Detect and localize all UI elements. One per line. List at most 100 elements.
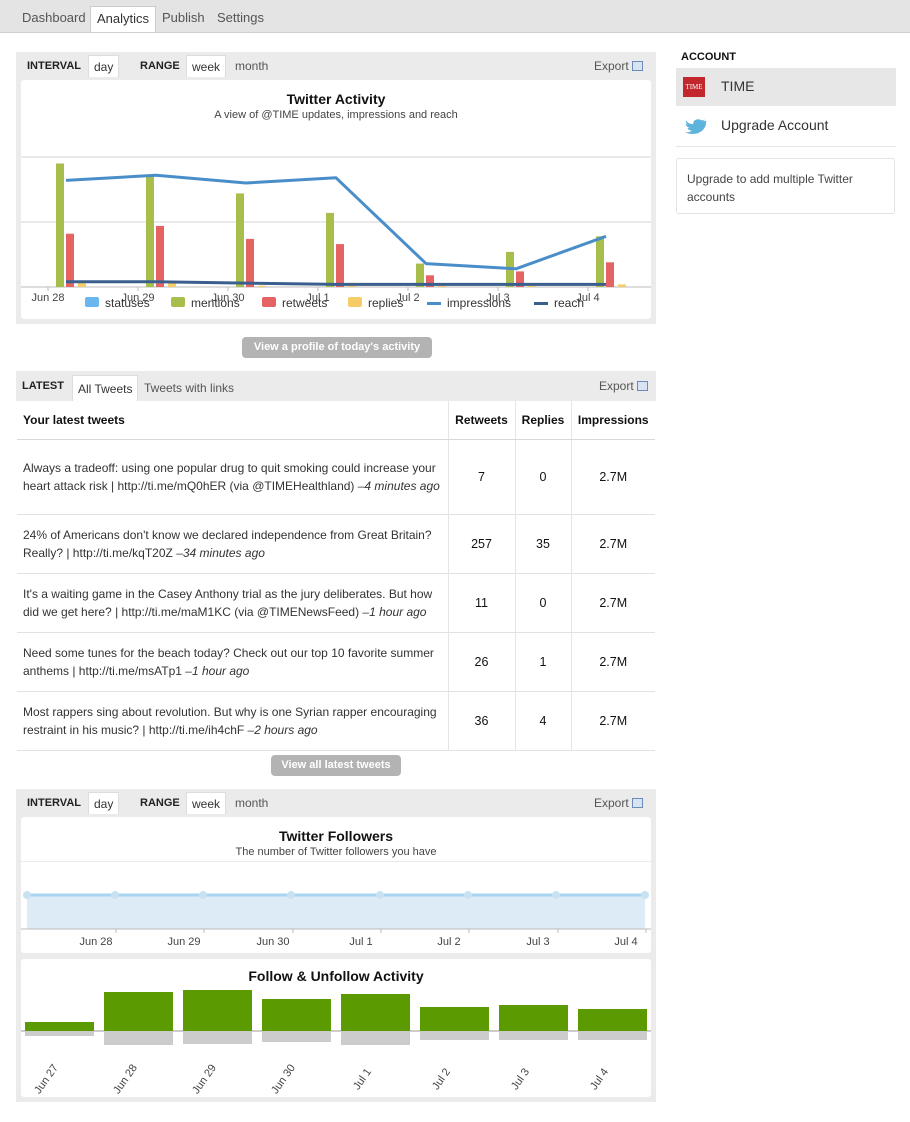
x-tick-label: Jul 3 [509,1066,532,1092]
interval-day[interactable]: day [88,792,120,814]
export-link[interactable]: Export [594,59,643,73]
latest-export-link[interactable]: Export [599,379,648,393]
tweet-text[interactable]: It's a waiting game in the Casey Anthony… [17,573,448,633]
legend-impressions[interactable]: impressions [447,296,511,310]
x-tick-label: Jun 28 [31,292,64,304]
legend-mentions[interactable]: mentions [191,296,240,310]
account-time[interactable]: TIME TIME [676,68,896,106]
range-label: RANGE [140,60,180,72]
follow-bar [104,992,173,1031]
twitter-bird-icon [685,119,707,135]
tweet-retweets: 26 [447,632,515,692]
table-row: 24% of Americans don't know we declared … [17,514,655,574]
tweet-impressions: 2.7M [570,691,655,751]
statuses-swatch [85,297,99,307]
impressions-swatch [427,302,441,305]
mentions-bar [596,236,604,287]
followers-chart-card: Twitter Followers The number of Twitter … [21,817,651,953]
replies-bar [618,284,626,287]
unfollow-bar [499,1032,568,1040]
range-month[interactable]: month [230,55,273,77]
account-time-label: TIME [721,78,755,94]
followers-point [376,891,384,899]
follow-bar [341,994,410,1031]
col-header-replies[interactable]: Replies [514,401,571,440]
follow-bar [262,999,331,1031]
tweet-text[interactable]: Most rappers sing about revolution. But … [17,691,448,751]
tab-all-tweets[interactable]: All Tweets [72,375,139,401]
view-profile-button[interactable]: View a profile of today's activity [242,337,432,358]
tweet-replies: 1 [514,632,571,692]
retweets-bar [606,262,614,287]
followers-point [552,891,560,899]
col-header-impressions[interactable]: Impressions [570,401,655,440]
save-icon [631,798,643,808]
tab-settings[interactable]: Settings [211,6,270,32]
tweet-replies: 0 [514,439,571,515]
tweet-retweets: 36 [447,691,515,751]
tweet-retweets: 7 [447,439,515,515]
mentions-bar [326,212,334,287]
followers-chart-title: Twitter Followers [278,828,394,844]
interval-day[interactable]: day [88,55,120,77]
legend-retweets[interactable]: retweets [282,296,327,310]
follow-chart-card: Follow & Unfollow Activity Jun 27 Jun 28 J… [21,959,651,1097]
tab-analytics[interactable]: Analytics [90,6,157,32]
view-all-tweets-button[interactable]: View all latest tweets [271,755,401,776]
followers-point [199,891,207,899]
col-header-tweets[interactable]: Your latest tweets [17,401,448,440]
unfollow-bar [420,1032,489,1040]
latest-bar: LATEST All Tweets Tweets with links Expo… [16,371,656,401]
retweets-bar [246,238,254,287]
follow-bar [420,1007,489,1031]
replies-bar [258,285,266,287]
followers-point [641,891,649,899]
range-week[interactable]: week [186,55,227,77]
tab-dashboard[interactable]: Dashboard [16,6,92,32]
tweet-replies: 35 [514,514,571,574]
follow-bar [578,1009,647,1031]
unfollow-bar [25,1032,94,1036]
replies-swatch [348,297,362,307]
x-tick-label: Jun 29 [190,1062,219,1096]
retweets-bar [66,233,74,287]
follow-bar [25,1022,94,1031]
activity-chart-title: Twitter Activity [286,91,386,107]
tweet-text[interactable]: Need some tunes for the beach today? Che… [17,632,448,692]
range-week[interactable]: week [186,792,227,814]
range-month[interactable]: month [230,792,273,814]
tab-tweets-with-links[interactable]: Tweets with links [139,375,239,401]
tab-publish[interactable]: Publish [156,6,211,32]
tweet-text[interactable]: 24% of Americans don't know we declared … [17,514,448,574]
x-tick-label: Jul 1 [349,936,372,948]
mentions-bar [56,163,64,287]
tweet-text[interactable]: Always a tradeoff: using one popular dru… [17,439,448,515]
followers-export-link[interactable]: Export [594,796,643,810]
legend-replies[interactable]: replies [368,296,403,310]
x-tick-label: Jun 27 [32,1062,61,1096]
upgrade-note: Upgrade to add multiple Twitter accounts [676,158,895,214]
x-tick-label: Jun 30 [256,936,289,948]
x-tick-label: Jul 3 [526,936,549,948]
retweets-swatch [262,297,276,307]
reach-swatch [534,302,548,305]
x-tick-label: Jul 4 [614,936,637,948]
tweet-time: –34 minutes ago [176,546,265,560]
x-tick-label: Jun 30 [269,1062,298,1096]
x-tick-label: Jun 29 [167,936,200,948]
unfollow-bar [183,1032,252,1044]
tweet-retweets: 257 [447,514,515,574]
unfollow-bar [104,1032,173,1045]
upgrade-account[interactable]: Upgrade Account [676,107,896,145]
interval-label: INTERVAL [27,60,81,72]
table-row: Always a tradeoff: using one popular dru… [17,439,655,515]
follow-chart: Jun 27 Jun 28 Jun 29 Jun 30 Jul 1 Jul 2 Jul 3 J… [21,990,651,1096]
legend-reach[interactable]: reach [554,296,584,310]
x-tick-label: Jul 2 [437,936,460,948]
legend-statuses[interactable]: statuses [105,296,150,310]
followers-chart-subtitle: The number of Twitter followers you have [235,846,437,858]
col-header-retweets[interactable]: Retweets [447,401,515,440]
followers-point [287,891,295,899]
tweet-impressions: 2.7M [570,439,655,515]
x-tick-label: Jul 2 [430,1066,453,1092]
